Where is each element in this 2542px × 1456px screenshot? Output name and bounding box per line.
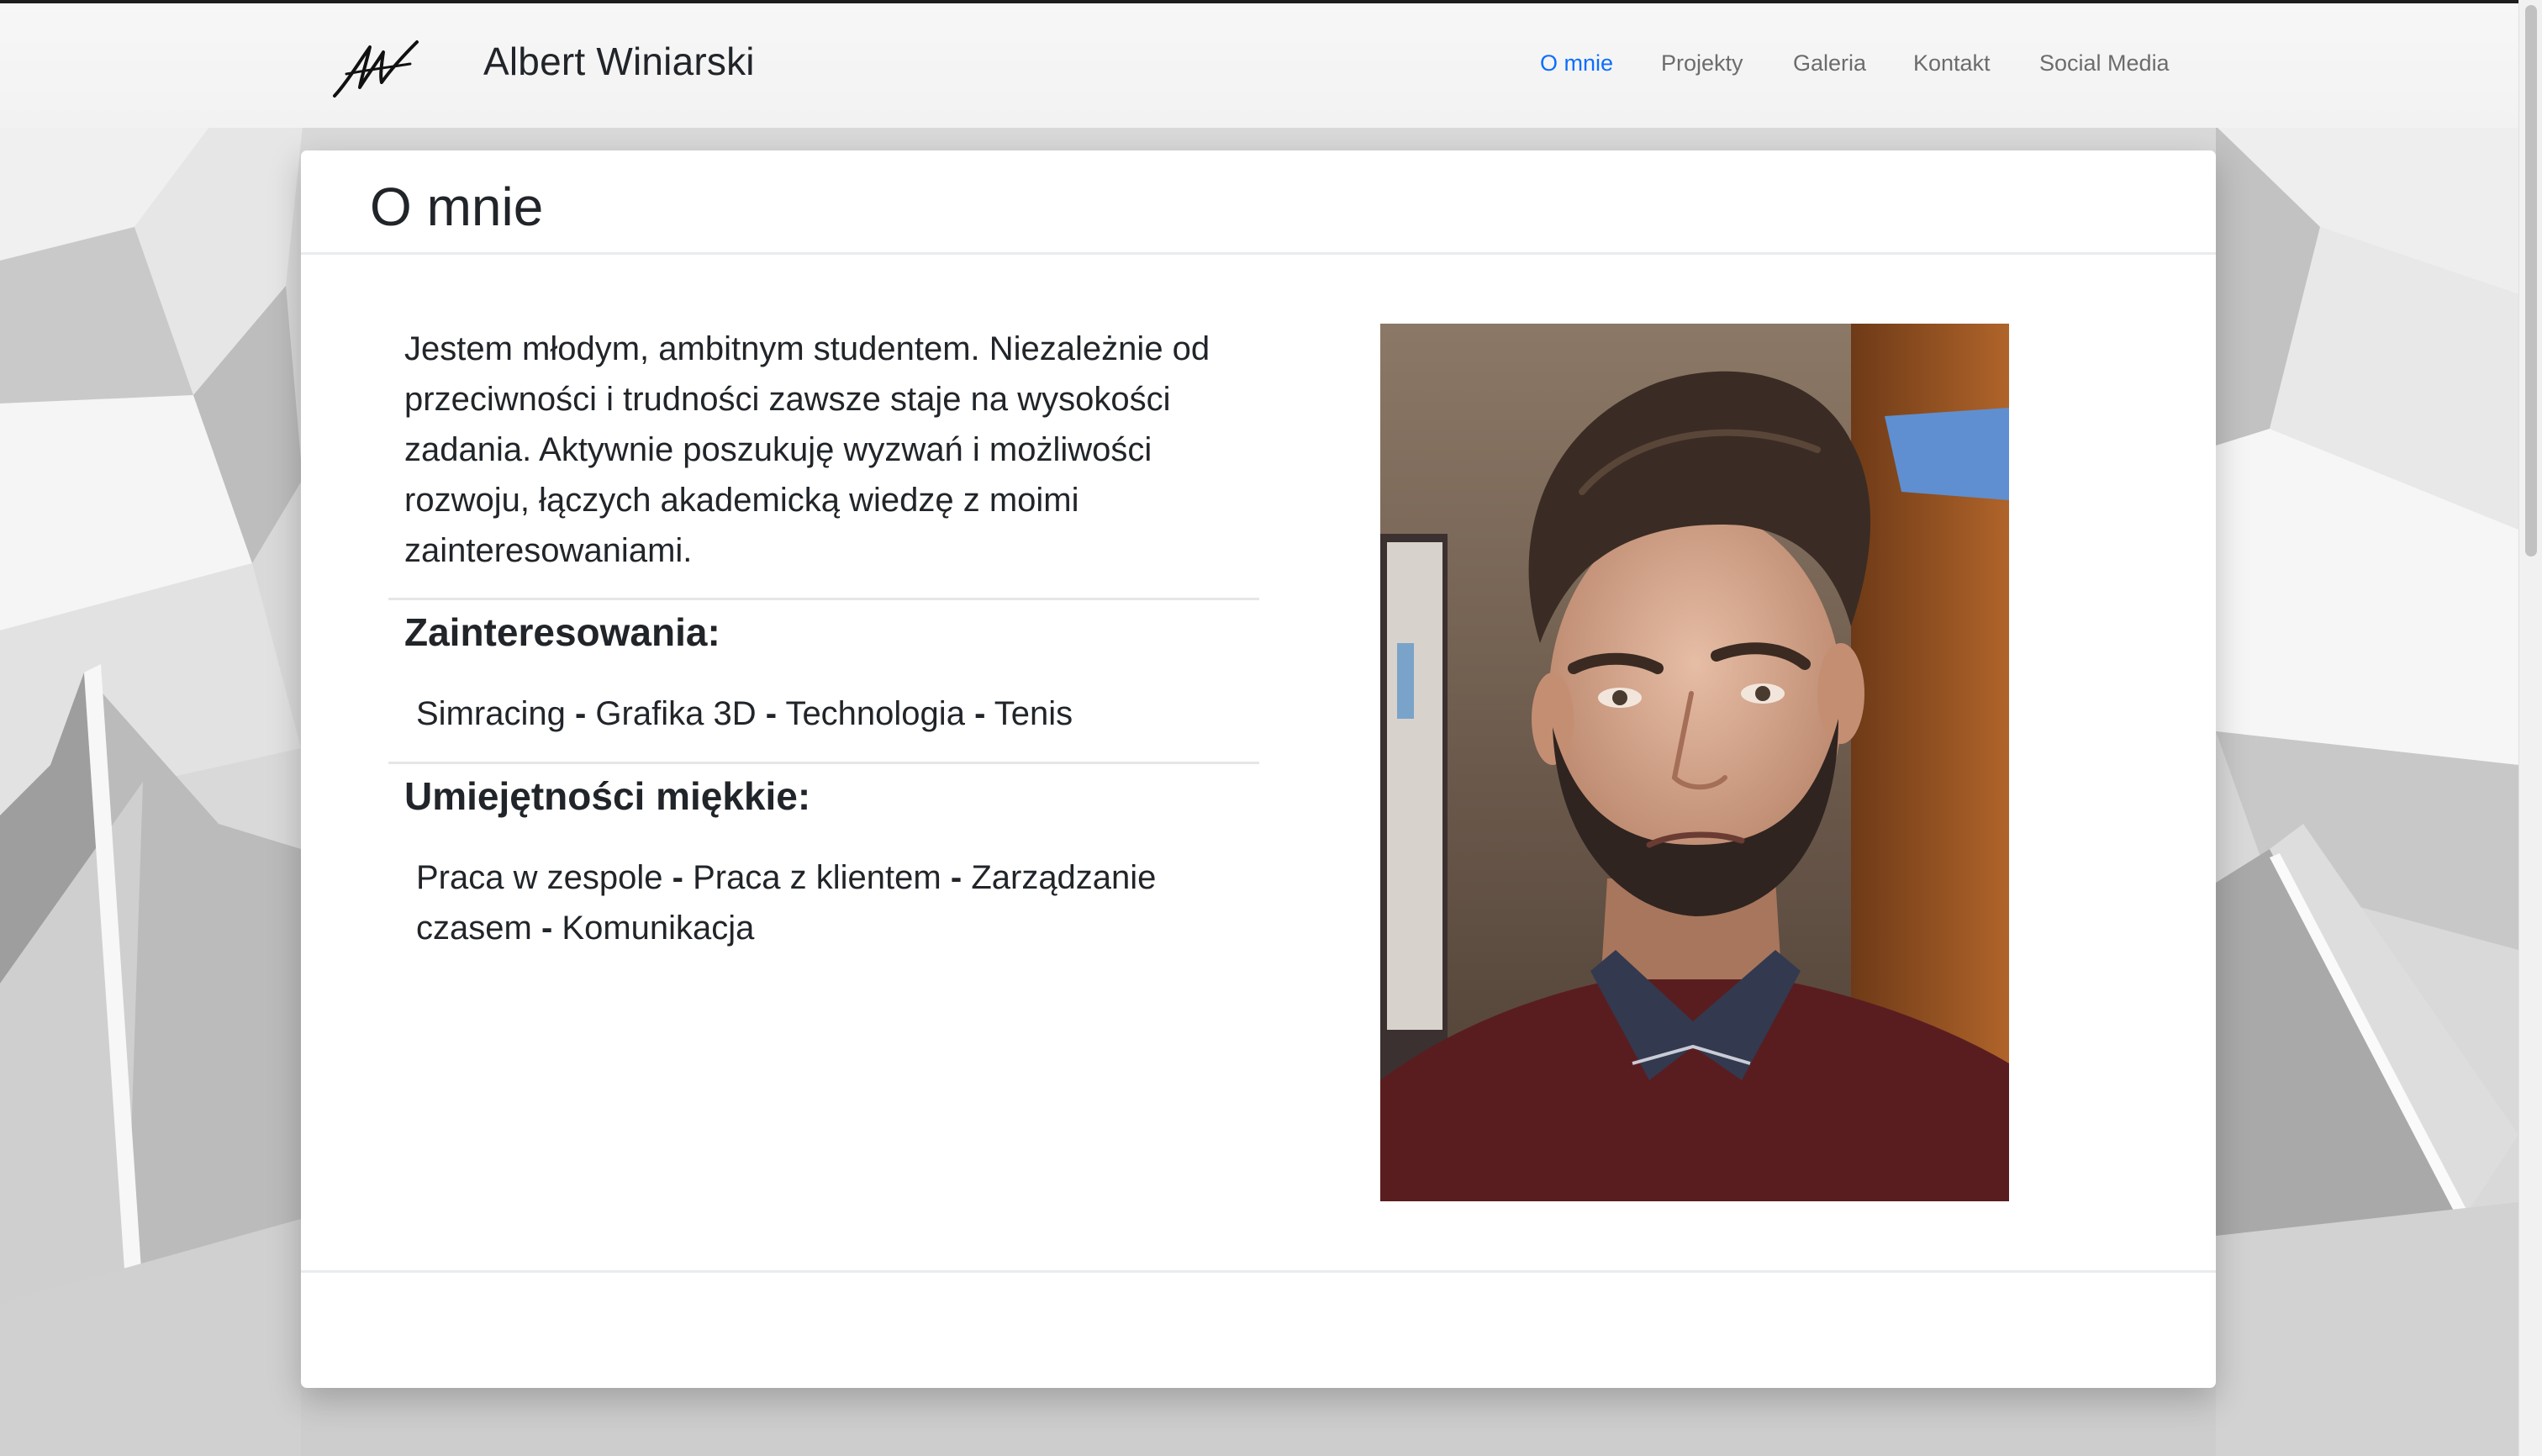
nav-item-social-media[interactable]: Social Media	[2039, 50, 2170, 76]
brand-name[interactable]: Albert Winiarski	[483, 39, 755, 84]
nav-item-kontakt[interactable]: Kontakt	[1913, 50, 1991, 76]
skill-item: Praca w zespole	[416, 859, 663, 896]
interests-title: Zainteresowania:	[404, 610, 720, 654]
intro-text: Jestem młodym, ambitnym studentem. Nieza…	[404, 330, 1210, 569]
soft-skills-title: Umiejętności miękkie:	[404, 774, 811, 818]
card-footer-divider	[301, 1270, 2216, 1273]
skill-item: Praca z klientem	[693, 859, 941, 896]
separator: -	[574, 695, 587, 732]
interest-item: Grafika 3D	[595, 695, 757, 732]
interest-item: Technologia	[785, 695, 965, 732]
page-title: O mnie	[370, 177, 544, 237]
soft-skills-list: Praca w zespole - Praca z klientem - Zar…	[416, 852, 1206, 953]
signature-logo[interactable]	[330, 37, 422, 101]
page-scrollbar[interactable]	[2518, 0, 2542, 1456]
about-card: O mnie Jestem młodym, ambitnym studentem…	[301, 150, 2216, 1388]
nav-item-projekty[interactable]: Projekty	[1661, 50, 1743, 76]
skill-item: Komunikacja	[562, 910, 755, 947]
separator: -	[950, 859, 962, 896]
interest-item: Simracing	[416, 695, 566, 732]
interest-item: Tenis	[994, 695, 1073, 732]
divider	[388, 598, 1259, 600]
nav-item-galeria[interactable]: Galeria	[1793, 50, 1866, 76]
separator: -	[541, 910, 553, 947]
nav-item-o-mnie[interactable]: O mnie	[1540, 50, 1613, 76]
card-header: O mnie	[301, 150, 2216, 255]
interests-list: Simracing - Grafika 3D - Technologia - T…	[416, 688, 1206, 739]
divider	[388, 762, 1259, 764]
scrollbar-thumb[interactable]	[2525, 5, 2537, 557]
profile-photo	[1380, 324, 2009, 1201]
navbar: Albert Winiarski O mnie Projekty Galeria…	[0, 3, 2518, 128]
separator: -	[672, 859, 683, 896]
separator: -	[974, 695, 986, 732]
separator: -	[765, 695, 778, 732]
